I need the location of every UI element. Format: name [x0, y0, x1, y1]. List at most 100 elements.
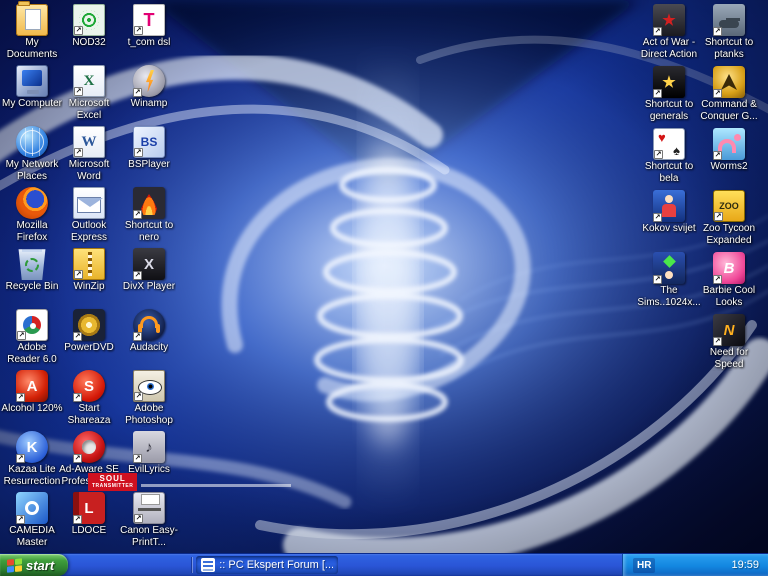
shortcut-arrow-icon: [17, 331, 26, 340]
desktop-icon-ms-word[interactable]: Microsoft Word: [57, 126, 121, 187]
desktop-icon-ldoce[interactable]: LDOCE: [57, 492, 121, 553]
shortcut-arrow-icon: [73, 393, 82, 402]
shortcut-arrow-icon: [74, 26, 83, 35]
desktop-icon-column-5: Shortcut to ptanks Command & Conquer G..…: [697, 4, 761, 376]
app-icon: [73, 187, 105, 219]
desktop-icon-nero[interactable]: Shortcut to nero: [117, 187, 181, 248]
desktop-icon-nfs[interactable]: Need for Speed Unde...: [697, 314, 761, 376]
tray-icon-network[interactable]: [660, 559, 673, 572]
desktop-icon-firefox[interactable]: Mozilla Firefox: [0, 187, 64, 248]
desktop-icon-my-network[interactable]: My Network Places: [0, 126, 64, 187]
desktop-icon-column-4: Act of War - Direct Action Shortcut to g…: [637, 4, 701, 314]
quicklaunch-icon-firefox[interactable]: [130, 557, 146, 573]
quicklaunch-icon-internet-explorer[interactable]: [92, 557, 108, 573]
desktop-icon-label: Winamp: [130, 98, 169, 110]
desktop-icon-tcom-dsl[interactable]: t_com dsl: [117, 4, 181, 65]
tray-icon-volume[interactable]: [677, 559, 690, 572]
app-icon: [133, 431, 165, 463]
desktop-icon-my-documents[interactable]: My Documents: [0, 4, 64, 65]
desktop-icon-act-of-war[interactable]: Act of War - Direct Action: [637, 4, 701, 66]
app-icon: [133, 4, 165, 36]
app-icon: [713, 128, 745, 160]
start-button[interactable]: start: [0, 554, 68, 576]
shortcut-arrow-icon: [653, 89, 662, 98]
desktop-icon-label: Barbie Cool Looks Fashi...: [697, 285, 761, 309]
shortcut-arrow-icon: [134, 392, 143, 401]
desktop-icon-column-3: t_com dsl Winamp BSPlayer Shortcut to ne…: [117, 4, 181, 553]
shortcut-arrow-icon: [74, 87, 83, 96]
desktop-icon-my-computer[interactable]: My Computer: [0, 65, 64, 126]
desktop-icon-winzip[interactable]: WinZip: [57, 248, 121, 309]
desktop-icon-label: Shortcut to nero: [117, 220, 181, 244]
quicklaunch-icon-winamp[interactable]: [149, 557, 165, 573]
desktop-icon-camedia[interactable]: CAMEDIA Master: [0, 492, 64, 553]
desktop-icon-label: PowerDVD: [63, 342, 114, 354]
taskbar: start :: PC Ekspert Forum [... HR 19:59: [0, 553, 768, 576]
tray-icon-ati[interactable]: [711, 559, 724, 572]
app-icon: [73, 431, 105, 463]
desktop-icon-powerdvd[interactable]: PowerDVD: [57, 309, 121, 370]
app-icon: [73, 309, 105, 341]
app-icon: [73, 4, 105, 36]
shortcut-arrow-icon: [74, 270, 83, 279]
app-icon: [16, 370, 48, 402]
shortcut-arrow-icon: [714, 212, 723, 221]
app-icon: [73, 126, 105, 158]
shortcut-arrow-icon: [134, 26, 143, 35]
tray-icon-antivirus[interactable]: [694, 559, 707, 572]
desktop-icon-winamp[interactable]: Winamp: [117, 65, 181, 126]
desktop-icon-label: My Documents: [0, 37, 64, 61]
desktop-icon-adobe-reader[interactable]: Adobe Reader 6.0: [0, 309, 64, 370]
desktop-icon-shareaza[interactable]: Start Shareaza: [57, 370, 121, 431]
desktop-icon-audacity[interactable]: Audacity: [117, 309, 181, 370]
desktop-icon-cnc[interactable]: Command & Conquer G...: [697, 66, 761, 128]
shortcut-arrow-icon: [654, 150, 663, 159]
desktop-icon-label: Mozilla Firefox: [0, 220, 64, 244]
shortcut-arrow-icon: [16, 393, 25, 402]
quicklaunch-icon-media-player[interactable]: [168, 557, 184, 573]
desktop-icon-generals[interactable]: Shortcut to generals: [637, 66, 701, 128]
taskbar-window-button[interactable]: :: PC Ekspert Forum [...: [196, 556, 338, 574]
language-indicator[interactable]: HR: [633, 558, 655, 573]
desktop-icon-label: Start Shareaza: [57, 403, 121, 427]
window-icon: [201, 558, 215, 572]
app-icon: [133, 370, 165, 402]
desktop-icon-label: Audacity: [129, 342, 169, 354]
app-icon: [16, 248, 48, 280]
desktop-icon-label: LDOCE: [71, 525, 107, 537]
desktop-icon-recycle-bin[interactable]: Recycle Bin: [0, 248, 64, 309]
desktop[interactable]: My Documents My Computer My Network Plac…: [0, 0, 768, 553]
desktop-icon-label: Kokov svijet: [641, 223, 696, 235]
app-icon: [653, 128, 685, 160]
desktop-icon-ptanks[interactable]: Shortcut to ptanks: [697, 4, 761, 66]
desktop-icon-barbie[interactable]: Barbie Cool Looks Fashi...: [697, 252, 761, 314]
app-icon: [16, 309, 48, 341]
shortcut-arrow-icon: [133, 88, 142, 97]
desktop-icon-label: CAMEDIA Master: [0, 525, 64, 549]
desktop-icon-bsplayer[interactable]: BSPlayer: [117, 126, 181, 187]
desktop-icon-sims[interactable]: The Sims..1024x...: [637, 252, 701, 314]
desktop-icon-ms-excel[interactable]: Microsoft Excel: [57, 65, 121, 126]
desktop-icon-divx[interactable]: DivX Player: [117, 248, 181, 309]
desktop-icon-alcohol[interactable]: Alcohol 120%: [0, 370, 64, 431]
desktop-icon-photoshop[interactable]: Adobe Photoshop 5.0: [117, 370, 181, 431]
desktop-icon-outlook[interactable]: Outlook Express: [57, 187, 121, 248]
desktop-icon-kazaa[interactable]: Kazaa Lite Resurrection: [0, 431, 64, 492]
desktop-icon-zoo[interactable]: Zoo Tycoon Expanded: [697, 190, 761, 252]
desktop-icon-label: My Network Places: [0, 159, 64, 183]
shortcut-arrow-icon: [133, 210, 142, 219]
shortcut-arrow-icon: [16, 454, 25, 463]
desktop-icon-nod32[interactable]: NOD32: [57, 4, 121, 65]
shortcut-arrow-icon: [713, 27, 722, 36]
quicklaunch-icon-show-desktop[interactable]: [73, 557, 89, 573]
app-icon: [133, 492, 165, 524]
desktop-icon-label: My Computer: [1, 98, 63, 110]
app-icon: [73, 248, 105, 280]
taskbar-clock[interactable]: 19:59: [731, 559, 759, 571]
quicklaunch-icon-outlook-express[interactable]: [111, 557, 127, 573]
app-icon: [653, 252, 685, 284]
desktop-icon-bela[interactable]: Shortcut to bela: [637, 128, 701, 190]
desktop-icon-kokov[interactable]: Kokov svijet: [637, 190, 701, 252]
desktop-icon-worms2[interactable]: Worms2: [697, 128, 761, 190]
desktop-icon-canon-print[interactable]: Canon Easy-PrintT...: [117, 492, 181, 553]
